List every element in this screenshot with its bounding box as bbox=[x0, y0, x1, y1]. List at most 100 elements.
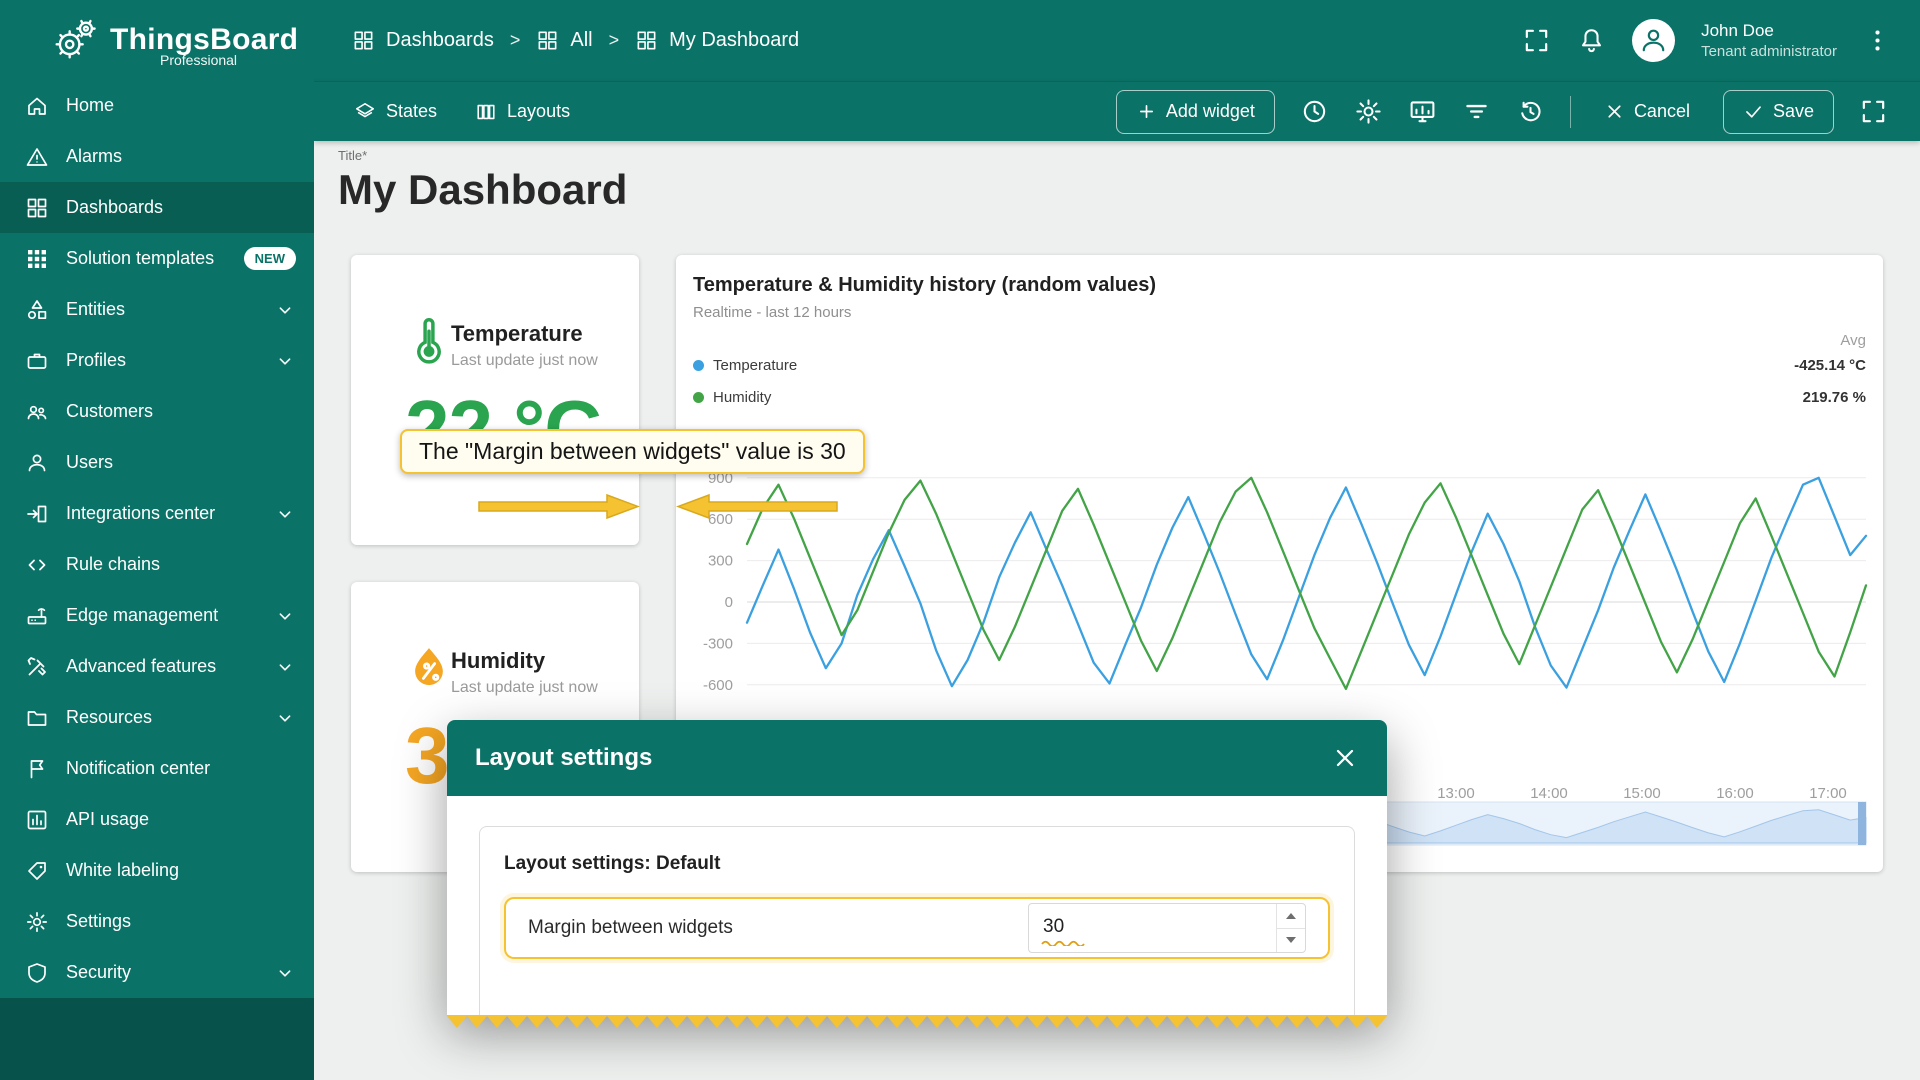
sidebar-item-customers[interactable]: Customers bbox=[0, 386, 314, 437]
fullscreen-icon[interactable] bbox=[1522, 26, 1551, 55]
margin-input[interactable]: 30 bbox=[1029, 904, 1276, 952]
sidebar-item-advanced-features[interactable]: Advanced features bbox=[0, 641, 314, 692]
sidebar-item-label: Home bbox=[66, 95, 296, 116]
thingsboard-logo[interactable]: ThingsBoard Professional bbox=[0, 0, 314, 80]
check-icon bbox=[1743, 101, 1764, 122]
svg-text:-600: -600 bbox=[703, 677, 733, 694]
legend-label: Temperature bbox=[713, 357, 797, 374]
logo-subtitle: Professional bbox=[160, 52, 237, 68]
integrations-icon bbox=[25, 502, 49, 526]
humidity-widget-title: Humidity bbox=[451, 648, 545, 674]
dashboards-icon bbox=[635, 29, 658, 52]
time-window-clock-icon[interactable] bbox=[1300, 97, 1329, 126]
svg-text:16:00: 16:00 bbox=[1716, 785, 1754, 802]
margin-field-label: Margin between widgets bbox=[528, 917, 1028, 939]
sidebar-item-resources[interactable]: Resources bbox=[0, 692, 314, 743]
breadcrumb-item-dashboards[interactable]: Dashboards bbox=[352, 29, 494, 52]
sidebar-footer-area bbox=[0, 998, 314, 1080]
layouts-icon bbox=[475, 101, 497, 123]
new-badge: NEW bbox=[244, 247, 296, 270]
number-spinner bbox=[1276, 904, 1305, 952]
sidebar-item-label: API usage bbox=[66, 809, 296, 830]
sidebar-item-label: White labeling bbox=[66, 860, 296, 881]
spinner-up-button[interactable] bbox=[1277, 904, 1305, 928]
plus-icon bbox=[1136, 101, 1157, 122]
filters-icon[interactable] bbox=[1462, 97, 1491, 126]
sidebar-item-profiles[interactable]: Profiles bbox=[0, 335, 314, 386]
cancel-button[interactable]: Cancel bbox=[1596, 91, 1698, 133]
spinner-down-button[interactable] bbox=[1277, 928, 1305, 953]
resources-icon bbox=[25, 706, 49, 730]
profiles-icon bbox=[25, 349, 49, 373]
svg-text:17:00: 17:00 bbox=[1809, 785, 1847, 802]
input-underline-squiggle bbox=[1041, 939, 1087, 946]
toolbar-right: Add widget Cancel Save bbox=[1116, 90, 1888, 134]
svg-text:-300: -300 bbox=[703, 635, 733, 652]
breadcrumb-label: All bbox=[570, 29, 592, 52]
users-icon bbox=[25, 451, 49, 475]
sidebar-item-label: Resources bbox=[66, 707, 257, 728]
sidebar-item-security[interactable]: Security bbox=[0, 947, 314, 998]
entity-aliases-icon[interactable] bbox=[1408, 97, 1437, 126]
chevron-down-icon bbox=[274, 350, 296, 372]
close-icon[interactable] bbox=[1331, 744, 1359, 772]
sidebar-item-label: Solution templates bbox=[66, 248, 227, 269]
advanced-features-icon bbox=[25, 655, 49, 679]
dashboards-icon bbox=[352, 29, 375, 52]
sidebar-item-integrations-center[interactable]: Integrations center bbox=[0, 488, 314, 539]
temperature-avg-value: -425.14 °C bbox=[1794, 357, 1866, 374]
sidebar-item-dashboards[interactable]: Dashboards bbox=[0, 182, 314, 233]
notifications-bell-icon[interactable] bbox=[1577, 26, 1606, 55]
breadcrumb-separator: > bbox=[510, 30, 521, 51]
breadcrumb-item-my-dashboard[interactable]: My Dashboard bbox=[635, 29, 799, 52]
sidebar-item-users[interactable]: Users bbox=[0, 437, 314, 488]
sidebar-item-notification-center[interactable]: Notification center bbox=[0, 743, 314, 794]
dashboard-title-block: Title* My Dashboard bbox=[338, 148, 627, 214]
legend-item-humidity[interactable]: Humidity bbox=[693, 389, 771, 406]
dashboard-settings-gear-icon[interactable] bbox=[1354, 97, 1383, 126]
layout-settings-dialog: Layout settings Layout settings: Default… bbox=[447, 720, 1387, 1030]
sidebar-item-label: Security bbox=[66, 962, 257, 983]
save-label: Save bbox=[1773, 101, 1814, 122]
temperature-widget-title: Temperature bbox=[451, 321, 583, 347]
sidebar-item-alarms[interactable]: Alarms bbox=[0, 131, 314, 182]
legend-item-temperature[interactable]: Temperature bbox=[693, 357, 797, 374]
margin-arrow-left-icon bbox=[676, 493, 839, 520]
sidebar-item-api-usage[interactable]: API usage bbox=[0, 794, 314, 845]
sidebar-item-settings[interactable]: Settings bbox=[0, 896, 314, 947]
sidebar-item-label: Settings bbox=[66, 911, 296, 932]
sidebar-item-label: Customers bbox=[66, 401, 296, 422]
dashboard-toolbar: States Layouts Add widget Cancel bbox=[314, 81, 1920, 141]
dashboard-title-input[interactable]: My Dashboard bbox=[338, 166, 627, 214]
sidebar-item-solution-templates[interactable]: Solution templates NEW bbox=[0, 233, 314, 284]
sidebar-item-white-labeling[interactable]: White labeling bbox=[0, 845, 314, 896]
avg-column-header: Avg bbox=[1840, 332, 1866, 349]
sidebar: ThingsBoard Professional Home Alarms Das… bbox=[0, 0, 314, 1080]
security-icon bbox=[25, 961, 49, 985]
states-button[interactable]: States bbox=[354, 101, 437, 123]
sidebar-item-home[interactable]: Home bbox=[0, 80, 314, 131]
toolbar-fullscreen-icon[interactable] bbox=[1859, 97, 1888, 126]
breadcrumb-item-all[interactable]: All bbox=[536, 29, 592, 52]
legend-label: Humidity bbox=[713, 389, 771, 406]
chevron-down-icon bbox=[274, 299, 296, 321]
layouts-button[interactable]: Layouts bbox=[475, 101, 570, 123]
layouts-label: Layouts bbox=[507, 101, 570, 122]
sidebar-item-entities[interactable]: Entities bbox=[0, 284, 314, 335]
sidebar-item-rule-chains[interactable]: Rule chains bbox=[0, 539, 314, 590]
humidity-widget-subtitle: Last update just now bbox=[451, 679, 598, 697]
save-button[interactable]: Save bbox=[1723, 90, 1834, 134]
home-icon bbox=[25, 94, 49, 118]
layout-settings-card: Layout settings: Default Margin between … bbox=[479, 826, 1355, 1015]
sidebar-item-edge-management[interactable]: Edge management bbox=[0, 590, 314, 641]
avatar[interactable] bbox=[1632, 19, 1675, 62]
entities-icon bbox=[25, 298, 49, 322]
dialog-title: Layout settings bbox=[475, 744, 652, 772]
temperature-widget-subtitle: Last update just now bbox=[451, 352, 598, 370]
add-widget-button[interactable]: Add widget bbox=[1116, 90, 1275, 134]
version-history-icon[interactable] bbox=[1516, 97, 1545, 126]
kebab-menu-icon[interactable] bbox=[1863, 26, 1892, 55]
breadcrumb-label: My Dashboard bbox=[669, 29, 799, 52]
user-name: John Doe bbox=[1701, 20, 1837, 42]
svg-text:14:00: 14:00 bbox=[1530, 785, 1568, 802]
